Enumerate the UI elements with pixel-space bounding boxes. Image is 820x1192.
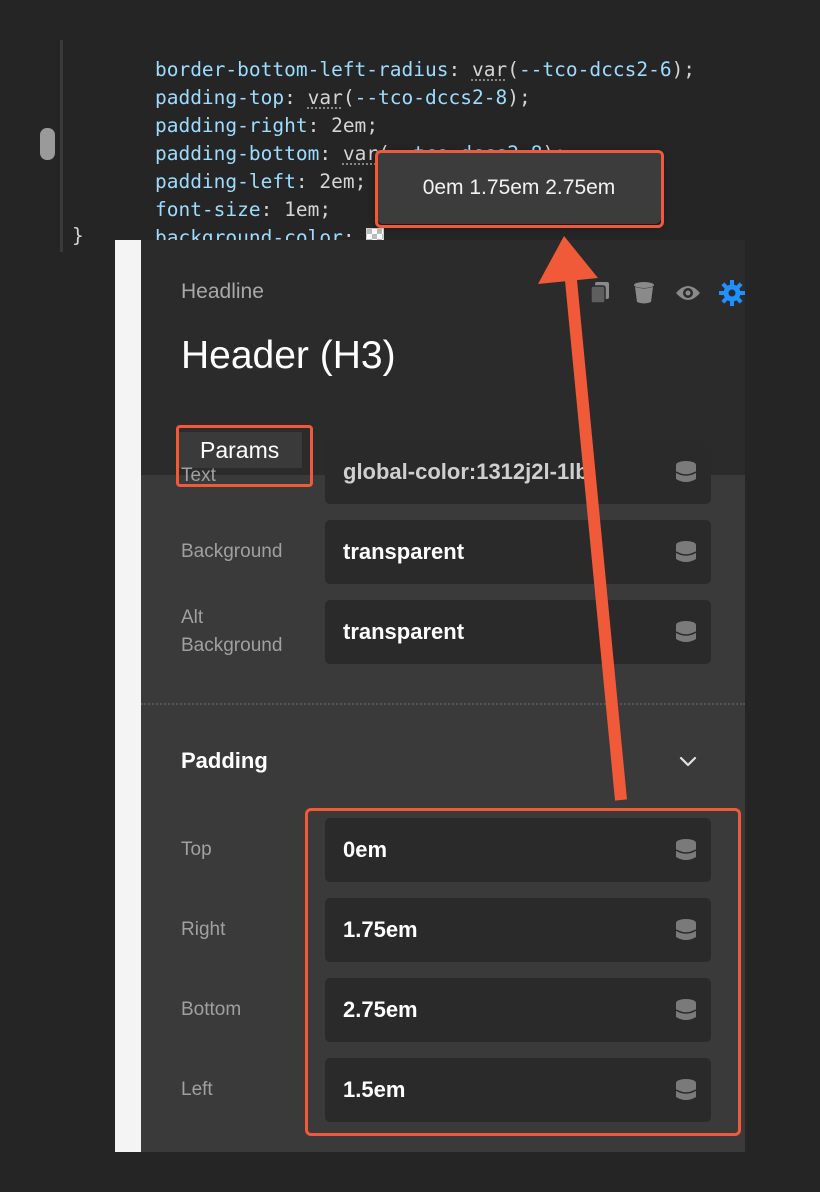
database-icon[interactable] [675,460,697,484]
section-divider [141,703,745,705]
code-line: padding-top: var(--tco-dccs2-8); [154,86,531,109]
trash-icon[interactable] [631,280,657,306]
field-label: Bottom [181,999,242,1020]
field-label-line: Alt [181,607,204,628]
gear-icon[interactable] [719,280,745,306]
text-color-field[interactable]: global-color:1312j2l-1lb. [325,440,711,504]
padding-section-title[interactable]: Padding [181,748,268,774]
canvas-edge [115,240,141,1152]
database-icon[interactable] [675,620,697,644]
field-value: transparent [343,539,465,564]
eye-icon[interactable] [675,280,701,306]
copy-icon[interactable] [587,280,613,306]
code-line: background-color: [108,196,385,249]
code-line: padding-left: 2em; [154,170,367,193]
field-value: transparent [343,619,465,644]
field-label: Right [181,919,226,940]
code-line: font-size: 1em; [154,198,332,221]
element-title: Header (H3) [181,334,396,377]
element-type: Headline [181,280,264,303]
background-row: Background transparent [141,520,745,584]
padding-fields-highlight-box [305,808,741,1136]
chevron-down-icon[interactable] [677,750,699,772]
alt-background-row: Alt Background transparent [141,600,745,664]
code-line: padding-right: 2em; [154,114,379,137]
tooltip-highlight-box [375,150,664,228]
header-actions [587,280,745,306]
field-label-line: Background [181,635,283,656]
css-variable: --tco-dccs2-6 [518,58,672,81]
field-label: Top [181,839,212,860]
database-icon[interactable] [675,540,697,564]
field-label: Alt Background [181,604,282,660]
background-field[interactable]: transparent [325,520,711,584]
closing-brace: } [72,224,84,247]
code-line: padding-bottom: var(--tco-dccs2-8); [108,112,566,165]
params-tab-highlight-box [176,425,313,487]
field-label: Left [181,1079,213,1100]
field-value: global-color:1312j2l-1lb. [343,459,595,484]
code-line: border-bottom-left-radius: var(--tco-dcc… [154,58,696,81]
field-label: Background [181,541,283,562]
alt-background-field[interactable]: transparent [325,600,711,664]
